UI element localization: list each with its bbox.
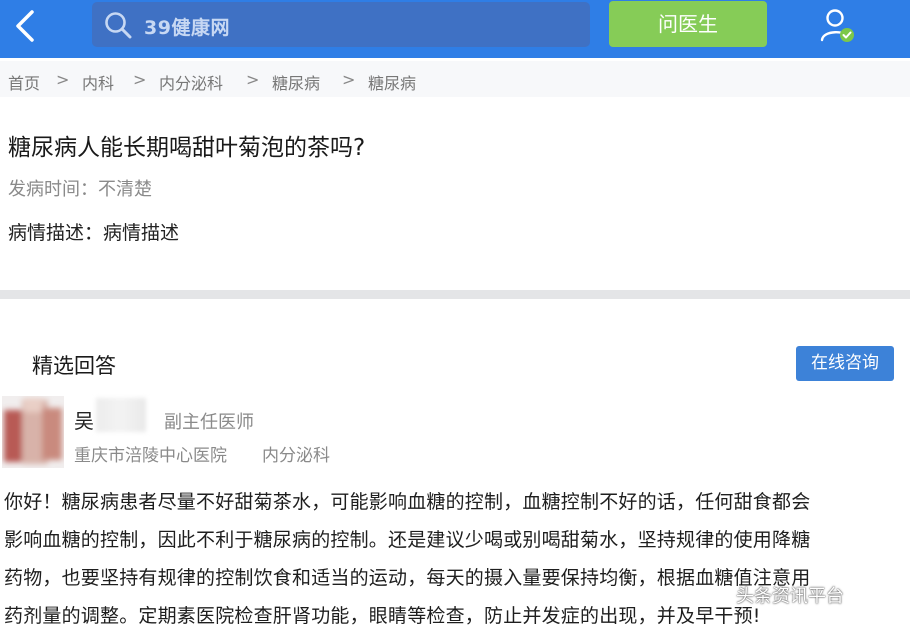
question-description: 病情描述：病情描述 (8, 222, 180, 244)
chevron-left-icon (16, 10, 34, 42)
question-title: 糖尿病人能长期喝甜叶菊泡的茶吗? (8, 135, 366, 161)
breadcrumb-item-diabetes-current[interactable]: 糖尿病 (368, 70, 416, 94)
doctor-name[interactable]: 吴 (74, 405, 94, 434)
back-button[interactable] (8, 6, 44, 46)
watermark-text: 头条资讯平台 (736, 586, 844, 607)
breadcrumb-item-endocrinology[interactable]: 内分泌科 (159, 70, 223, 94)
breadcrumb-separator: > (342, 70, 356, 89)
breadcrumb-item-diabetes[interactable]: 糖尿病 (272, 70, 320, 94)
answer-text-line: 药剂量的调整。定期素医院检查肝肾功能，眼睛等检查，防止并发症的出现，并及早干预! (4, 605, 761, 627)
watermark: 头条资讯平台 (706, 582, 844, 608)
doctor-hospital: 重庆市涪陵中心医院 (74, 446, 227, 466)
breadcrumb: 首页 > 内科 > 内分泌科 > 糖尿病 > 糖尿病 (0, 61, 910, 97)
user-verified-icon (820, 9, 854, 42)
online-consult-button[interactable]: 在线咨询 (796, 346, 894, 381)
answer-text-line: 你好！糖尿病患者尽量不好甜菊茶水，可能影响血糖的控制，血糖控制不好的话，任何甜食… (4, 491, 811, 513)
search-icon (105, 12, 132, 39)
answer-text-line: 药物，也要坚持有规律的控制饮食和适当的运动，每天的摄入量要保持均衡，根据血糖值注… (4, 567, 811, 589)
question-onset-time: 发病时间：不清楚 (8, 179, 152, 200)
answer-text-line: 影响血糖的控制，因此不利于糖尿病的控制。还是建议少喝或别喝甜菊水，坚持规律的使用… (4, 529, 811, 551)
name-redaction-blur (96, 398, 146, 432)
top-header: 39健康网 问医生 (0, 0, 910, 58)
search-logo-text: 39健康网 (144, 17, 230, 39)
wechat-logo-icon (706, 587, 730, 606)
ask-doctor-button[interactable]: 问医生 (609, 1, 767, 47)
doctor-department: 内分泌科 (262, 446, 330, 466)
search-input[interactable]: 39健康网 (92, 2, 590, 47)
breadcrumb-item-home[interactable]: 首页 (8, 70, 40, 94)
doctor-avatar[interactable] (2, 396, 64, 468)
doctor-title: 副主任医师 (164, 412, 254, 433)
breadcrumb-separator: > (246, 70, 260, 89)
blurred-avatar-image (2, 396, 64, 468)
breadcrumb-separator: > (133, 70, 147, 89)
breadcrumb-separator: > (56, 70, 70, 89)
breadcrumb-item-internal-medicine[interactable]: 内科 (82, 70, 114, 94)
user-account-button[interactable] (818, 8, 858, 44)
featured-answers-heading: 精选回答 (32, 354, 116, 378)
section-divider (0, 290, 910, 299)
